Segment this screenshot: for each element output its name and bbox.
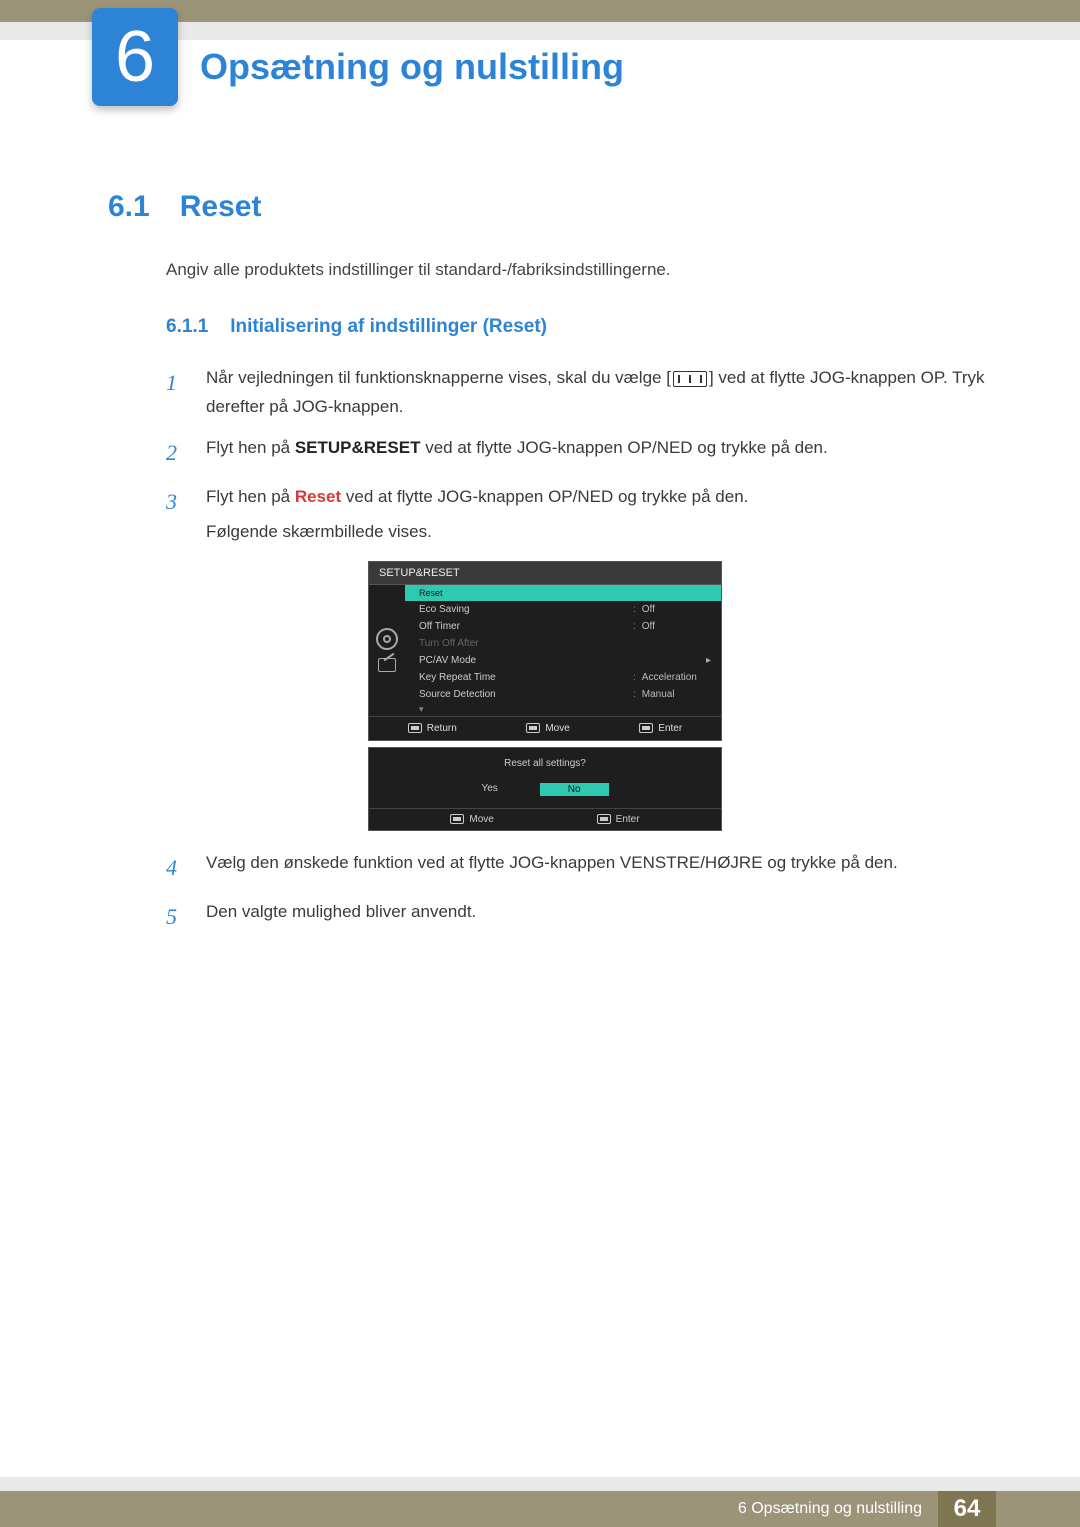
confirm-move[interactable]: Move (450, 814, 493, 825)
section-heading: 6.1 Reset (108, 190, 990, 224)
osd-item-offtimer[interactable]: Off Timer:Off (405, 618, 721, 635)
speaker-icon (378, 658, 396, 672)
confirm-options: Yes No (369, 783, 721, 808)
osd-item-label: Source Detection (419, 689, 496, 700)
osd-sidebar (369, 585, 405, 716)
move-key-icon (450, 814, 464, 824)
step-2: 2 Flyt hen på SETUP&RESET ved at flytte … (166, 434, 990, 471)
confirm-question: Reset all settings? (369, 748, 721, 783)
step-text: Flyt hen på Reset ved at flytte JOG-knap… (206, 483, 990, 547)
footer-chapter-label: 6 Opsætning og nulstilling (738, 1500, 922, 1518)
osd-item-label: Eco Saving (419, 604, 470, 615)
move-key-icon (526, 723, 540, 733)
step-text: Vælg den ønskede funktion ved at flytte … (206, 849, 990, 886)
osd-item-label: Turn Off After (419, 638, 478, 649)
step-number: 1 (166, 364, 184, 422)
confirm-no[interactable]: No (540, 783, 609, 796)
osd-footer-label: Return (427, 723, 457, 734)
subsection-heading: 6.1.1 Initialisering af indstillinger (R… (166, 316, 990, 338)
osd-item-label: Off Timer (419, 621, 460, 632)
osd-item-turnoff: Turn Off After (405, 635, 721, 652)
footer-bar-light (0, 1477, 1080, 1491)
osd-return[interactable]: Return (408, 723, 457, 734)
step-1: 1 Når vejledningen til funktionsknappern… (166, 364, 990, 422)
confirm-footer: Move Enter (369, 808, 721, 830)
footer-bar: 6 Opsætning og nulstilling 64 (0, 1491, 1080, 1527)
osd-item-value: Off (642, 604, 655, 615)
osd-item-list: Reset Eco Saving:Off Off Timer:Off Turn … (405, 585, 721, 716)
osd-menu: SETUP&RESET Reset Eco Saving:Off Off Tim… (368, 561, 722, 741)
gear-icon (376, 628, 398, 650)
step-number: 2 (166, 434, 184, 471)
chapter-title: Opsætning og nulstilling (200, 46, 624, 88)
osd-screenshot-group: SETUP&RESET Reset Eco Saving:Off Off Tim… (368, 561, 990, 831)
step-1-pre: Når vejledningen til funktionsknapperne … (206, 368, 671, 387)
osd-enter[interactable]: Enter (639, 723, 682, 734)
osd-item-sourcedet[interactable]: Source Detection:Manual (405, 686, 721, 703)
section-title: Reset (180, 190, 262, 224)
step-2-pre: Flyt hen på (206, 438, 295, 457)
step-3: 3 Flyt hen på Reset ved at flytte JOG-kn… (166, 483, 990, 547)
step-number: 4 (166, 849, 184, 886)
scroll-down-icon: ▾ (405, 703, 721, 716)
step-text: Flyt hen på SETUP&RESET ved at flytte JO… (206, 434, 990, 471)
chapter-badge: 6 (92, 8, 178, 106)
osd-item-value: Manual (642, 689, 675, 700)
osd-move[interactable]: Move (526, 723, 569, 734)
confirm-enter[interactable]: Enter (597, 814, 640, 825)
step-2-bold: SETUP&RESET (295, 438, 421, 457)
step-3-bold: Reset (295, 487, 341, 506)
section-intro: Angiv alle produktets indstillinger til … (166, 260, 990, 280)
page-number: 64 (938, 1491, 996, 1527)
step-number: 5 (166, 898, 184, 935)
osd-footer-label: Move (545, 723, 569, 734)
section-number: 6.1 (108, 190, 150, 224)
osd-item-label: Key Repeat Time (419, 672, 496, 683)
step-text: Når vejledningen til funktionsknapperne … (206, 364, 990, 422)
menu-icon (673, 371, 707, 387)
osd-item-keyrepeat[interactable]: Key Repeat Time:Acceleration (405, 669, 721, 686)
page-content: 6.1 Reset Angiv alle produktets indstill… (108, 190, 990, 948)
osd-header: SETUP&RESET (369, 562, 721, 585)
step-number: 3 (166, 483, 184, 547)
step-4: 4 Vælg den ønskede funktion ved at flytt… (166, 849, 990, 886)
return-key-icon (408, 723, 422, 733)
osd-item-reset[interactable]: Reset (405, 585, 721, 601)
osd-confirm-dialog: Reset all settings? Yes No Move Enter (368, 747, 722, 831)
osd-footer-label: Enter (616, 814, 640, 825)
osd-item-label: PC/AV Mode (419, 655, 476, 666)
subsection-number: 6.1.1 (166, 316, 208, 338)
enter-key-icon (597, 814, 611, 824)
enter-key-icon (639, 723, 653, 733)
subsection-title: Initialisering af indstillinger (Reset) (230, 316, 547, 338)
step-3-pre: Flyt hen på (206, 487, 295, 506)
chapter-number: 6 (115, 21, 155, 93)
osd-item-pcav[interactable]: PC/AV Mode (405, 652, 721, 669)
step-3-tail: Følgende skærmbillede vises. (206, 518, 990, 547)
step-text: Den valgte mulighed bliver anvendt. (206, 898, 990, 935)
step-2-post: ved at flytte JOG-knappen OP/NED og tryk… (420, 438, 827, 457)
confirm-yes[interactable]: Yes (481, 783, 497, 796)
osd-footer-label: Move (469, 814, 493, 825)
osd-item-value: Acceleration (642, 672, 697, 683)
osd-item-eco[interactable]: Eco Saving:Off (405, 601, 721, 618)
osd-item-value: Off (642, 621, 655, 632)
step-5: 5 Den valgte mulighed bliver anvendt. (166, 898, 990, 935)
step-3-post: ved at flytte JOG-knappen OP/NED og tryk… (341, 487, 748, 506)
osd-footer: Return Move Enter (369, 716, 721, 740)
osd-item-label: Reset (419, 588, 443, 598)
osd-footer-label: Enter (658, 723, 682, 734)
